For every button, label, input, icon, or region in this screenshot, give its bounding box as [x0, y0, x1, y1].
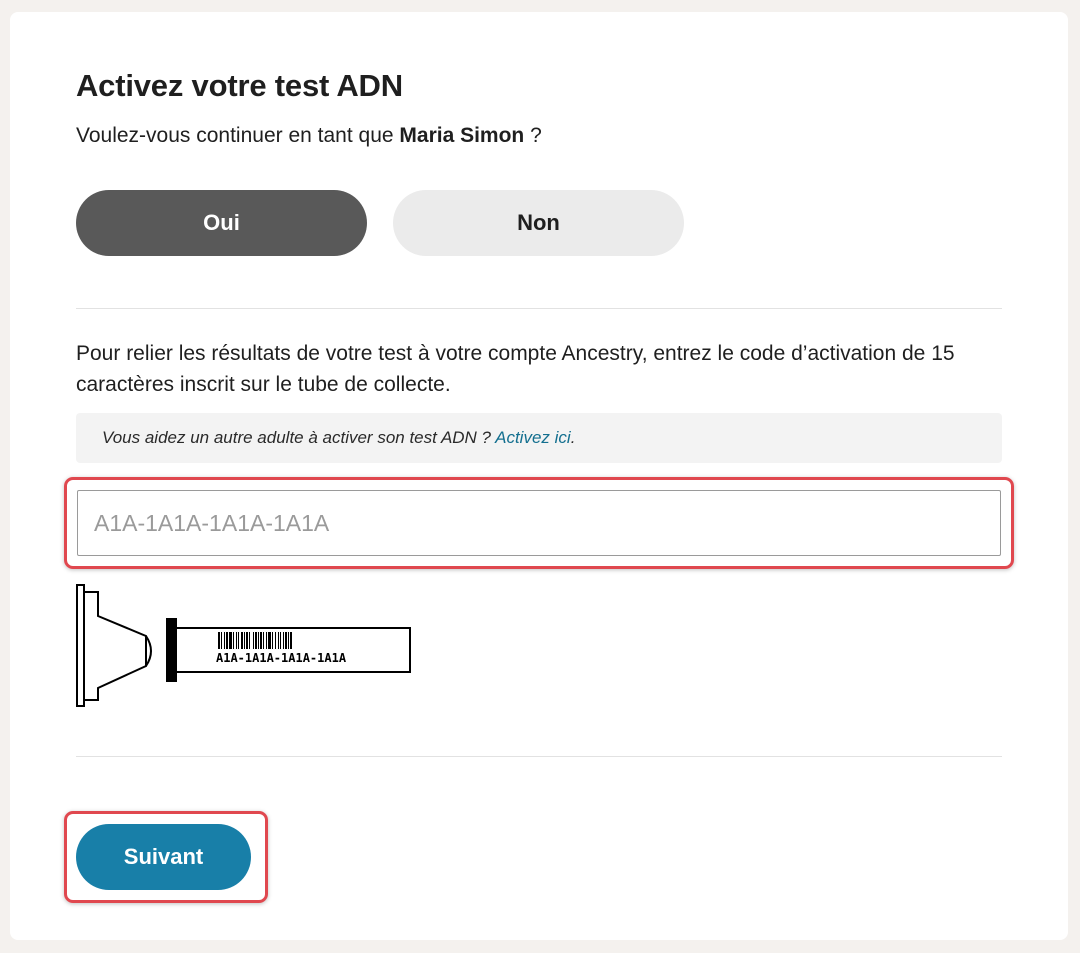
barcode-bar — [221, 632, 222, 649]
barcode-bar — [288, 632, 289, 649]
no-button[interactable]: Non — [393, 190, 684, 256]
barcode-bar — [280, 632, 281, 649]
activation-card: Activez votre test ADN Voulez-vous conti… — [10, 12, 1068, 940]
barcode-bar — [283, 632, 284, 649]
barcode-bar — [229, 632, 232, 649]
barcode — [218, 632, 292, 649]
barcode-bar — [290, 632, 292, 649]
user-name: Maria Simon — [399, 124, 525, 147]
help-text-suffix: . — [570, 428, 576, 447]
barcode-bar — [275, 632, 276, 649]
tube-band — [166, 618, 177, 682]
barcode-bar — [258, 632, 259, 649]
barcode-bar — [244, 632, 245, 649]
barcode-bar — [260, 632, 262, 649]
barcode-bar — [253, 632, 254, 649]
page-title: Activez votre test ADN — [76, 68, 403, 103]
tube-cap-edge — [76, 584, 85, 707]
yes-button[interactable]: Oui — [76, 190, 367, 256]
continue-as-question: Voulez-vous continuer en tant que Maria … — [76, 124, 542, 148]
barcode-bar — [249, 632, 250, 649]
barcode-bar — [272, 632, 273, 649]
next-button[interactable]: Suivant — [76, 824, 251, 890]
barcode-bar — [218, 632, 220, 649]
barcode-bar — [226, 632, 228, 649]
tube-code-label: A1A-1A1A-1A1A-1A1A — [216, 651, 347, 665]
divider-bottom — [76, 756, 1002, 757]
barcode-bar — [266, 632, 267, 649]
activate-here-link[interactable]: Activez ici — [495, 428, 571, 447]
tube-cap-body — [84, 591, 147, 701]
activation-instructions: Pour relier les résultats de votre test … — [76, 342, 955, 396]
help-notice: Vous aidez un autre adulte à activer son… — [76, 413, 1002, 463]
barcode-bar — [285, 632, 287, 649]
barcode-bar — [255, 632, 257, 649]
barcode-bar — [268, 632, 271, 649]
help-text: Vous aidez un autre adulte à activer son… — [102, 428, 575, 448]
barcode-bar — [278, 632, 279, 649]
barcode-bar — [238, 632, 239, 649]
question-suffix: ? — [524, 124, 542, 147]
barcode-bar — [233, 632, 234, 649]
help-text-prefix: Vous aidez un autre adulte à activer son… — [102, 428, 496, 447]
barcode-bar — [241, 632, 243, 649]
barcode-bar — [236, 632, 237, 649]
barcode-bar — [263, 632, 264, 649]
divider — [76, 308, 1002, 309]
question-prefix: Voulez-vous continuer en tant que — [76, 124, 400, 147]
barcode-bar — [224, 632, 225, 649]
tube-body — [177, 627, 411, 673]
barcode-bar — [246, 632, 248, 649]
collection-tube-illustration: A1A-1A1A-1A1A-1A1A — [76, 584, 411, 707]
activation-code-input[interactable] — [77, 490, 1001, 556]
